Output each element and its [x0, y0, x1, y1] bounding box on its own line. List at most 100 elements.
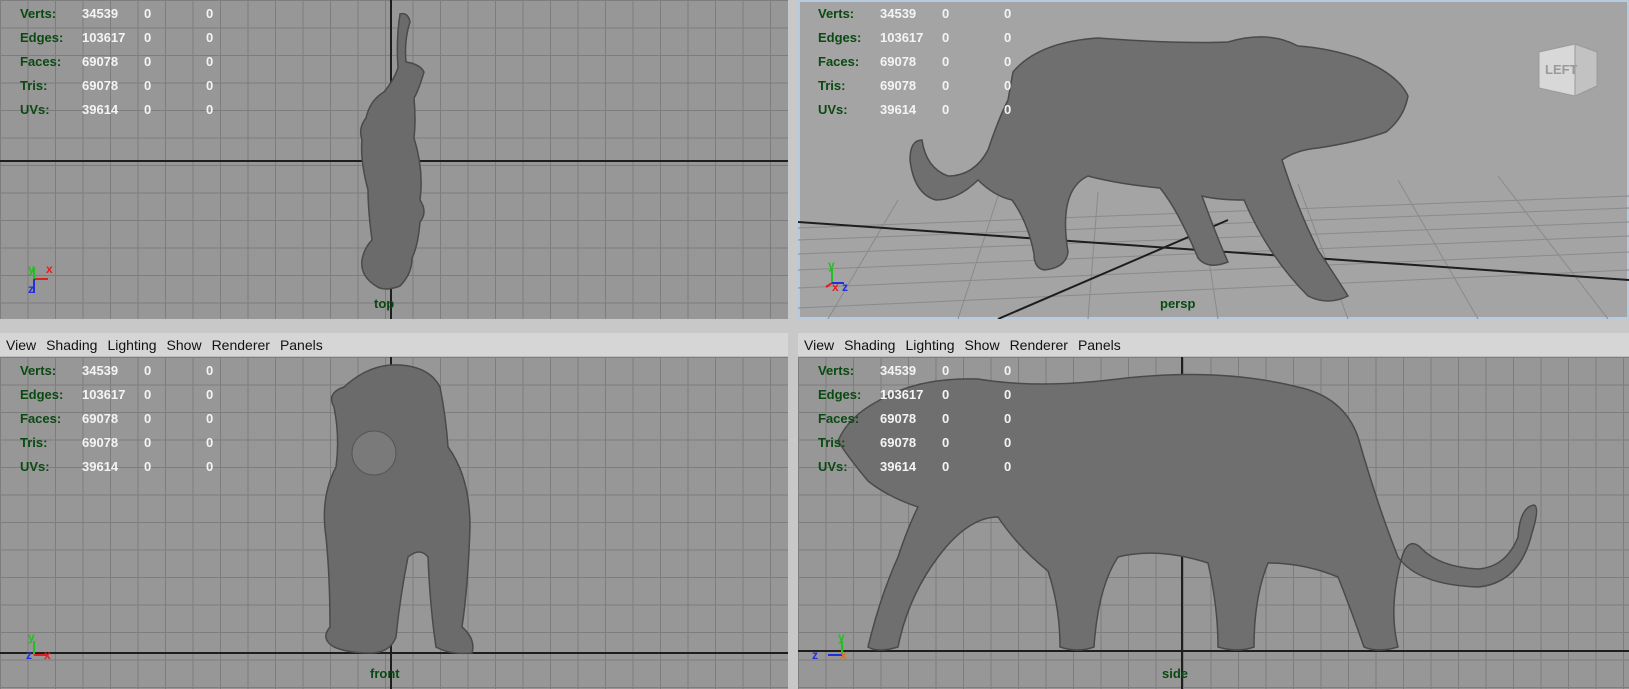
menubar-front: View Shading Lighting Show Renderer Panels — [0, 333, 788, 357]
hud-row: Verts: 34539 0 0 — [20, 359, 246, 383]
viewport-side[interactable]: Verts: 34539 0 0 Edges: 103617 0 0 Faces: 69078 0 0… — [798, 357, 1629, 689]
viewport-front-pane: View Shading Lighting Show Renderer Panels Ve… — [0, 333, 788, 689]
hud-value: 0 — [206, 6, 214, 21]
hud-value: 0 — [144, 459, 152, 474]
hud-row: UVs: 39614 0 0 — [818, 98, 1044, 122]
axis-indicator-persp: y x z — [824, 258, 864, 305]
hud-stats-side: Verts: 34539 0 0 Edges: 103617 0 0 Faces: 69078 0 0… — [818, 359, 1044, 479]
hud-value: 0 — [942, 6, 950, 21]
axis-z-letter: z — [812, 648, 818, 662]
hud-stats-front: Verts: 34539 0 0 Edges: 103617 0 0 Faces: 69078 0 0… — [20, 359, 246, 479]
hud-label: Faces: — [818, 411, 860, 426]
menu-show[interactable]: Show — [965, 337, 1000, 353]
hud-label: Edges: — [20, 387, 64, 402]
hud-value: 39614 — [880, 459, 917, 474]
hud-value: 0 — [206, 54, 214, 69]
hud-value: 0 — [942, 78, 950, 93]
hud-label: Verts: — [20, 363, 57, 378]
menu-renderer[interactable]: Renderer — [1010, 337, 1068, 353]
camera-label-front: front — [370, 666, 400, 681]
hud-row: UVs: 39614 0 0 — [20, 455, 246, 479]
hud-value: 0 — [942, 102, 950, 117]
menu-view[interactable]: View — [6, 337, 36, 353]
hud-label: Verts: — [818, 363, 855, 378]
menu-panels[interactable]: Panels — [280, 337, 323, 353]
menu-renderer[interactable]: Renderer — [212, 337, 270, 353]
axis-y-letter: y — [28, 630, 35, 644]
hud-label: Faces: — [20, 54, 62, 69]
view-cube[interactable]: LEFT — [1535, 40, 1601, 98]
hud-value: 0 — [942, 387, 950, 402]
hud-row: Verts: 34539 0 0 — [818, 2, 1044, 26]
axis-z-letter: z — [28, 282, 34, 296]
hud-value: 0 — [144, 363, 152, 378]
hud-row: Faces: 69078 0 0 — [818, 50, 1044, 74]
axis-x-letter: x — [46, 262, 53, 276]
axis-z-letter: z — [842, 280, 848, 294]
viewport-persp[interactable]: Verts: 34539 0 0 Edges: 103617 0 0 Faces: 69078 0 0… — [798, 0, 1629, 319]
viewport-persp-pane: Verts: 34539 0 0 Edges: 103617 0 0 Faces: 69078 0 0… — [798, 0, 1629, 319]
axis-y-letter: y — [28, 262, 35, 276]
axis-x-letter: x — [840, 648, 847, 662]
hud-row: Faces: 69078 0 0 — [818, 407, 1044, 431]
axis-x-letter: x — [832, 280, 839, 294]
viewport-top[interactable]: Verts: 34539 0 0 Edges: 103617 0 0 Faces: 69078 0 0… — [0, 0, 788, 319]
hud-row: Faces: 69078 0 0 — [20, 407, 246, 431]
hud-value: 0 — [1004, 78, 1012, 93]
menu-view[interactable]: View — [804, 337, 834, 353]
hud-label: Verts: — [818, 6, 855, 21]
menu-shading[interactable]: Shading — [844, 337, 895, 353]
hud-value: 0 — [942, 411, 950, 426]
hud-row: Edges: 103617 0 0 — [818, 383, 1044, 407]
hud-value: 0 — [942, 435, 950, 450]
viewport-front[interactable]: Verts: 34539 0 0 Edges: 103617 0 0 Faces: 69078 0 0… — [0, 357, 788, 689]
hud-row: Edges: 103617 0 0 — [20, 383, 246, 407]
camera-label-top: top — [374, 296, 395, 311]
hud-row: Tris: 69078 0 0 — [818, 431, 1044, 455]
hud-value: 0 — [206, 435, 214, 450]
hud-row: Verts: 34539 0 0 — [20, 2, 246, 26]
hud-value: 34539 — [82, 363, 119, 378]
hud-row: Verts: 34539 0 0 — [818, 359, 1044, 383]
hud-value: 69078 — [880, 435, 917, 450]
viewport-top-pane: Verts: 34539 0 0 Edges: 103617 0 0 Faces: 69078 0 0… — [0, 0, 788, 319]
hud-row: UVs: 39614 0 0 — [20, 98, 246, 122]
hud-stats-top: Verts: 34539 0 0 Edges: 103617 0 0 Faces: 69078 0 0… — [20, 2, 246, 122]
hud-label: Tris: — [20, 435, 48, 450]
hud-value: 103617 — [82, 30, 126, 45]
hud-label: Edges: — [20, 30, 64, 45]
axis-z-letter: z — [26, 648, 32, 662]
hud-value: 69078 — [82, 435, 119, 450]
hud-value: 69078 — [880, 78, 917, 93]
hud-value: 0 — [1004, 54, 1012, 69]
menu-lighting[interactable]: Lighting — [107, 337, 156, 353]
hud-row: UVs: 39614 0 0 — [818, 455, 1044, 479]
hud-value: 103617 — [880, 30, 924, 45]
hud-label: Faces: — [818, 54, 860, 69]
menu-lighting[interactable]: Lighting — [905, 337, 954, 353]
hud-label: Faces: — [20, 411, 62, 426]
hud-value: 0 — [206, 102, 214, 117]
hud-value: 0 — [144, 6, 152, 21]
hud-value: 0 — [144, 387, 152, 402]
hud-value: 69078 — [82, 411, 119, 426]
hud-row: Tris: 69078 0 0 — [20, 431, 246, 455]
hud-label: Tris: — [818, 78, 846, 93]
menu-shading[interactable]: Shading — [46, 337, 97, 353]
hud-value: 69078 — [82, 78, 119, 93]
axis-indicator-front: y z x — [26, 630, 66, 675]
hud-value: 0 — [1004, 459, 1012, 474]
menubar-side: View Shading Lighting Show Renderer Panels — [798, 333, 1629, 357]
menu-panels[interactable]: Panels — [1078, 337, 1121, 353]
menu-show[interactable]: Show — [167, 337, 202, 353]
hud-value: 0 — [206, 411, 214, 426]
hud-value: 0 — [144, 411, 152, 426]
hud-row: Tris: 69078 0 0 — [20, 74, 246, 98]
hud-value: 0 — [942, 54, 950, 69]
hud-value: 0 — [1004, 6, 1012, 21]
hud-value: 34539 — [82, 6, 119, 21]
hud-value: 0 — [1004, 102, 1012, 117]
hud-value: 0 — [206, 459, 214, 474]
hud-value: 69078 — [82, 54, 119, 69]
hud-value: 0 — [144, 435, 152, 450]
